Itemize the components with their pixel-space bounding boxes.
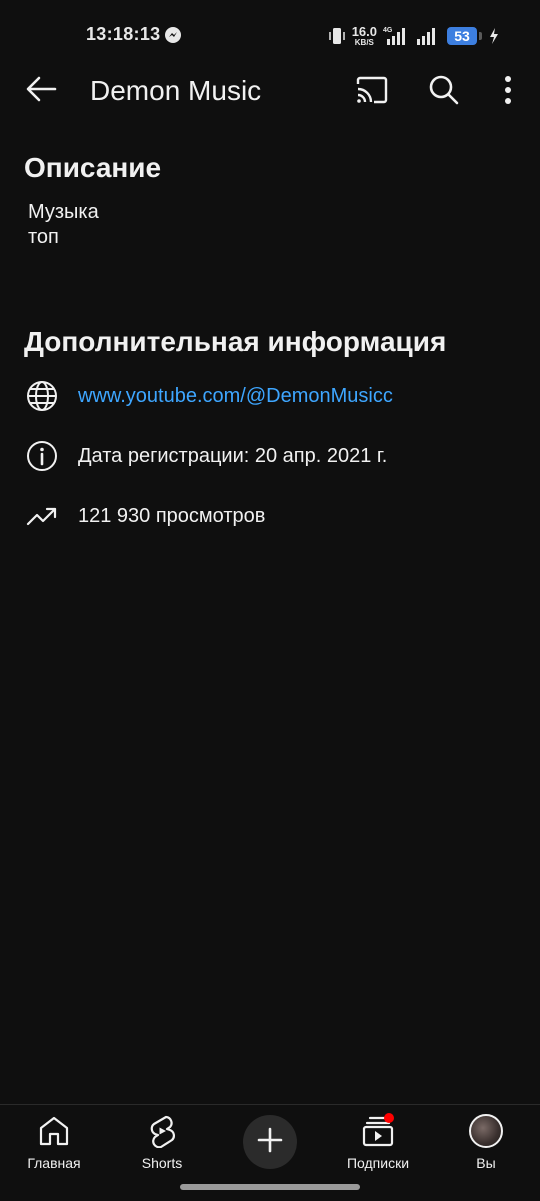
- signal-4g-icon: 4G: [383, 25, 409, 47]
- additional-info-heading: Дополнительная информация: [24, 326, 447, 357]
- network-speed: 16.0 KB/S: [352, 25, 377, 47]
- avatar-wrapper: [466, 1111, 506, 1151]
- avatar: [469, 1114, 503, 1148]
- description-text: Музыка топ: [28, 201, 99, 248]
- trending-up-icon: [24, 498, 60, 534]
- vibrate-icon: [328, 26, 346, 46]
- home-indicator[interactable]: [180, 1184, 360, 1190]
- cast-icon: [355, 75, 389, 110]
- channel-link-row: www.youtube.com/@DemonMusicc: [24, 376, 516, 416]
- home-icon: [34, 1111, 74, 1151]
- charging-bolt-icon: [488, 27, 500, 45]
- signal-icon: [415, 25, 441, 47]
- nav-subscriptions-label: Подписки: [346, 1155, 410, 1171]
- create-button[interactable]: [243, 1115, 297, 1169]
- search-icon: [428, 74, 460, 111]
- channel-link[interactable]: www.youtube.com/@DemonMusicc: [78, 385, 393, 408]
- subscriptions-icon: [358, 1111, 398, 1151]
- back-arrow-icon: [25, 75, 57, 108]
- views-row: 121 930 просмотров: [24, 496, 516, 536]
- plus-icon: [257, 1127, 283, 1158]
- channel-title: Demon Music: [90, 75, 262, 106]
- app-bar: Demon Music: [0, 60, 540, 122]
- battery-tip: [479, 32, 482, 40]
- description-heading: Описание: [24, 152, 162, 183]
- nav-shorts[interactable]: Shorts: [114, 1111, 210, 1177]
- more-vertical-icon: [503, 75, 513, 110]
- more-options-button[interactable]: [488, 72, 528, 112]
- battery-level: 53: [447, 27, 477, 45]
- messenger-notification-icon: [164, 26, 182, 44]
- cast-button[interactable]: [352, 72, 392, 112]
- notification-dot: [384, 1113, 394, 1123]
- nav-you-label: Вы: [476, 1155, 496, 1171]
- nav-shorts-label: Shorts: [141, 1155, 183, 1171]
- nav-home-label: Главная: [27, 1155, 81, 1171]
- nav-you[interactable]: Вы: [438, 1111, 534, 1177]
- nav-home[interactable]: Главная: [6, 1111, 102, 1177]
- network-speed-value: 16.0: [351, 24, 377, 39]
- shorts-icon: [142, 1111, 182, 1151]
- view-count: 121 930 просмотров: [78, 504, 266, 527]
- back-button[interactable]: [22, 74, 60, 108]
- status-icons: 16.0 KB/S 4G 53: [328, 22, 500, 50]
- nav-subscriptions[interactable]: Подписки: [330, 1111, 426, 1177]
- network-type: 4G: [383, 27, 393, 34]
- battery-indicator: 53: [447, 27, 482, 45]
- registration-date: Дата регистрации: 20 апр. 2021 г.: [78, 444, 388, 467]
- registration-date-row: Дата регистрации: 20 апр. 2021 г.: [24, 436, 516, 476]
- search-button[interactable]: [424, 72, 464, 112]
- network-speed-unit: KB/S: [354, 38, 374, 47]
- globe-icon: [24, 378, 60, 414]
- info-icon: [24, 438, 60, 474]
- status-time: 13:18:13: [86, 24, 161, 44]
